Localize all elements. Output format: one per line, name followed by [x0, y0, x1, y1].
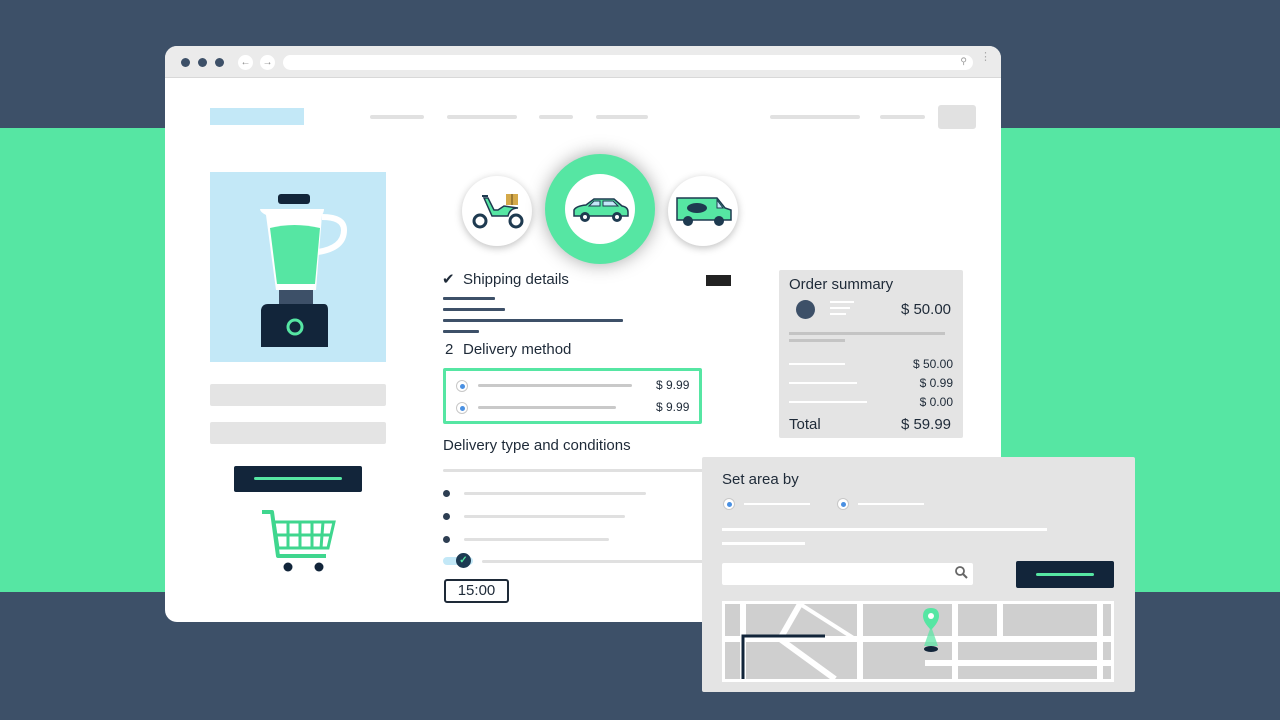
browser-menu-icon[interactable]: ⋮	[980, 52, 991, 63]
delivery-option-radio[interactable]	[456, 402, 468, 414]
map-streets	[725, 604, 1111, 679]
discount-value: $ 0.00	[919, 395, 953, 409]
set-area-panel: Set area by	[702, 457, 1135, 692]
url-search-icon[interactable]: ⚲	[960, 56, 967, 67]
nav-link[interactable]	[596, 115, 648, 119]
divider	[789, 339, 845, 342]
divider	[443, 469, 705, 472]
search-icon	[955, 566, 968, 579]
address-line	[443, 308, 505, 311]
delivery-time-field[interactable]: 15:00	[444, 579, 509, 603]
nav-link[interactable]	[539, 115, 573, 119]
address-line	[443, 297, 495, 300]
item-detail-line	[830, 301, 854, 303]
delivery-option-price: $ 9.99	[656, 378, 690, 392]
car-icon	[573, 198, 629, 222]
area-option-radio[interactable]	[723, 498, 735, 510]
product-thumbnail	[796, 300, 815, 319]
nav-link[interactable]	[447, 115, 517, 119]
vehicle-option-scooter[interactable]	[462, 176, 532, 246]
area-map[interactable]	[722, 601, 1114, 682]
window-dot-icon[interactable]	[198, 58, 207, 67]
condition-line	[482, 560, 704, 563]
window-dot-icon[interactable]	[215, 58, 224, 67]
van-icon	[676, 197, 732, 226]
shipping-label-line	[789, 382, 857, 384]
discount-label-line	[789, 401, 867, 403]
window-dot-icon[interactable]	[181, 58, 190, 67]
item-price: $ 50.00	[900, 301, 951, 318]
subtotal-label-line	[789, 363, 845, 365]
area-option-label	[744, 503, 810, 505]
back-arrow-icon[interactable]: ←	[238, 55, 253, 70]
instruction-line	[722, 542, 805, 545]
order-summary-title: Order summary	[789, 276, 894, 293]
delivery-options-group: $ 9.99 $ 9.99	[443, 368, 702, 424]
area-option-radio[interactable]	[837, 498, 849, 510]
total-value: $ 59.99	[900, 416, 951, 433]
site-logo[interactable]	[210, 108, 304, 125]
address-line	[443, 319, 623, 322]
vehicle-option-van[interactable]	[668, 176, 738, 246]
vehicle-option-car[interactable]	[545, 154, 655, 264]
condition-line	[464, 492, 646, 495]
product-price-placeholder	[210, 422, 386, 444]
set-area-title: Set area by	[722, 471, 799, 488]
shopping-cart-icon[interactable]	[260, 508, 336, 574]
add-to-cart-button[interactable]	[234, 466, 362, 492]
instruction-line	[722, 528, 1047, 531]
item-detail-line	[830, 307, 850, 309]
delivery-option-label	[478, 384, 632, 387]
apply-area-button[interactable]	[1016, 561, 1114, 588]
step-number: 2	[445, 341, 454, 358]
nav-link[interactable]	[770, 115, 860, 119]
order-summary-card: Order summary $ 50.00 $ 50.00 $ 0.99 $ 0…	[779, 270, 963, 438]
checkmark-icon: ✔	[442, 271, 455, 288]
edit-shipping-button[interactable]	[706, 275, 731, 286]
area-option-label	[858, 503, 924, 505]
shipping-details-heading[interactable]: Shipping details	[463, 271, 569, 288]
divider	[789, 332, 945, 335]
delivery-method-heading[interactable]: Delivery method	[463, 341, 571, 358]
shipping-value: $ 0.99	[919, 376, 953, 390]
area-search-input[interactable]	[722, 563, 973, 585]
address-line	[443, 330, 479, 333]
button-label-placeholder	[1036, 573, 1094, 576]
condition-bullet	[443, 536, 450, 543]
toggle-check-icon[interactable]: ✓	[456, 553, 471, 568]
nav-link[interactable]	[880, 115, 925, 119]
subtotal-value: $ 50.00	[912, 357, 953, 371]
browser-toolbar: ← → ⚲ ⋮	[165, 46, 1001, 78]
scooter-icon	[472, 194, 524, 229]
blender-icon	[260, 194, 348, 347]
condition-bullet	[443, 513, 450, 520]
nav-button[interactable]	[938, 105, 976, 129]
forward-arrow-icon[interactable]: →	[260, 55, 275, 70]
address-bar[interactable]: ⚲	[283, 55, 973, 70]
condition-bullet	[443, 490, 450, 497]
delivery-option-radio[interactable]	[456, 380, 468, 392]
condition-line	[464, 515, 625, 518]
delivery-option-label	[478, 406, 616, 409]
product-title-placeholder	[210, 384, 386, 406]
item-detail-line	[830, 313, 846, 315]
condition-line	[464, 538, 609, 541]
delivery-option-price: $ 9.99	[656, 400, 690, 414]
product-image	[210, 172, 386, 362]
total-label: Total	[789, 416, 821, 433]
nav-link[interactable]	[370, 115, 424, 119]
button-label-placeholder	[254, 477, 342, 480]
delivery-type-heading: Delivery type and conditions	[443, 437, 631, 454]
